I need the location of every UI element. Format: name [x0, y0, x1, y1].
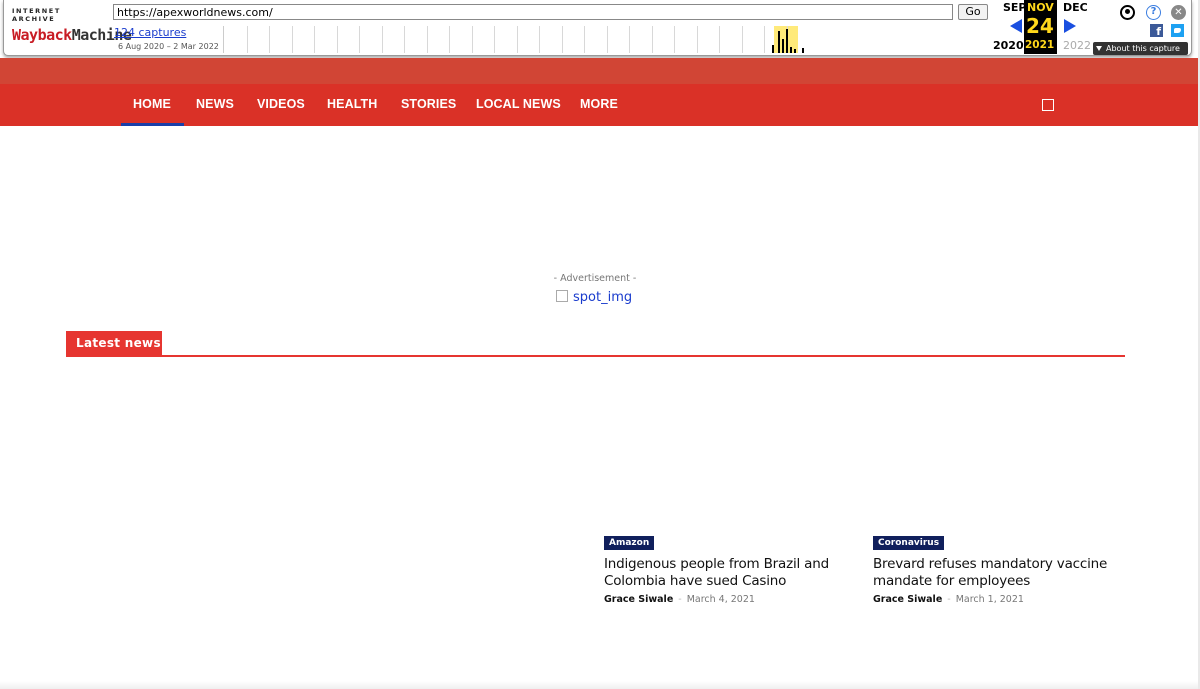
current-year-label: 2021: [1025, 39, 1055, 51]
sparkline-month-column: [449, 26, 450, 53]
article-meta: Grace Siwale - March 4, 2021: [604, 594, 844, 605]
meta-separator: -: [947, 594, 951, 605]
active-nav-indicator: [121, 123, 184, 126]
capture-bar: [778, 31, 780, 53]
prev-month-label[interactable]: SEP: [1003, 1, 1027, 14]
sparkline-month-column: [381, 26, 383, 53]
nav-item-more[interactable]: MORE: [580, 97, 618, 111]
wayback-calendar-nav: SEP 2020 NOV 24 2021 DEC 2022: [989, 0, 1091, 56]
capture-bar: [794, 49, 796, 53]
wayback-capture-range: 6 Aug 2020 – 2 Mar 2022: [118, 42, 219, 51]
user-account-icon[interactable]: [1120, 5, 1135, 20]
prev-year-label[interactable]: 2020: [993, 39, 1024, 52]
sparkline-month-column: [246, 26, 248, 53]
sparkline-month-column: [584, 26, 585, 53]
wayback-url-input[interactable]: [113, 4, 953, 20]
sparkline-month-column: [336, 26, 338, 53]
site-header-band: [0, 58, 1198, 84]
article-author[interactable]: Grace Siwale: [604, 594, 673, 605]
sparkline-month-column: [741, 26, 743, 53]
internet-archive-label: INTERNET ARCHIVE: [12, 7, 61, 23]
capture-bar: [786, 29, 788, 53]
help-icon[interactable]: ?: [1146, 5, 1161, 20]
nav-item-stories[interactable]: STORIES: [401, 97, 456, 111]
capture-bar: [802, 48, 804, 53]
sparkline-month-column: [269, 26, 270, 53]
sparkline-month-column: [561, 26, 563, 53]
category-tag[interactable]: Amazon: [604, 536, 655, 550]
sparkline-month-column: [674, 26, 675, 53]
advertisement-alt-text: spot_img: [573, 290, 633, 305]
wayback-toolbar-panel: INTERNET ARCHIVE WaybackMachine Go 124 c…: [3, 0, 1192, 56]
article-card: Coronavirus Brevard refuses mandatory va…: [873, 530, 1113, 605]
sparkline-month-column: [629, 26, 630, 53]
nav-item-local-news[interactable]: LOCAL NEWS: [476, 97, 561, 111]
sparkline-month-column: [404, 26, 405, 53]
advertisement-image[interactable]: spot_img: [556, 290, 632, 305]
sparkline-month-column: [471, 26, 473, 53]
sparkline-month-column: [516, 26, 518, 53]
nav-item-home[interactable]: HOME: [133, 97, 171, 111]
page-bottom-fade: [0, 681, 1198, 689]
article-author[interactable]: Grace Siwale: [873, 594, 942, 605]
article-title[interactable]: Brevard refuses mandatory vaccine mandat…: [873, 556, 1113, 590]
section-divider: [66, 355, 1125, 357]
sparkline-month-column: [314, 26, 315, 53]
current-day-label: 24: [1026, 14, 1054, 38]
category-tag[interactable]: Coronavirus: [873, 536, 945, 550]
sparkline-month-column: [719, 26, 720, 53]
capture-bar: [782, 39, 784, 53]
sparkline-month-column: [494, 26, 495, 53]
nav-item-news[interactable]: NEWS: [196, 97, 234, 111]
wayback-capture-sparkline[interactable]: [223, 26, 804, 53]
prev-capture-arrow-icon[interactable]: [1010, 19, 1022, 33]
wayback-logo[interactable]: INTERNET ARCHIVE WaybackMachine: [12, 7, 132, 44]
twitter-icon[interactable]: [1171, 24, 1184, 37]
sparkline-month-column: [426, 26, 428, 53]
next-capture-arrow-icon[interactable]: [1064, 19, 1076, 33]
article-title[interactable]: Indigenous people from Brazil and Colomb…: [604, 556, 844, 590]
current-capture-date: NOV 24 2021: [1024, 0, 1057, 54]
meta-separator: -: [678, 594, 682, 605]
nav-item-videos[interactable]: VIDEOS: [257, 97, 305, 111]
sparkline-month-column: [606, 26, 608, 53]
wayback-machine-wordmark: WaybackMachine: [12, 26, 132, 44]
sparkline-month-column: [539, 26, 540, 53]
search-icon[interactable]: [1042, 99, 1054, 111]
next-year-label: 2022: [1063, 39, 1091, 52]
sparkline-month-column: [696, 26, 698, 53]
broken-image-icon: [556, 290, 568, 302]
article-meta: Grace Siwale - March 1, 2021: [873, 594, 1113, 605]
capture-bar: [772, 45, 774, 53]
wayback-captures-link[interactable]: 124 captures: [114, 26, 186, 39]
advertisement-label: - Advertisement -: [553, 273, 637, 284]
next-month-label[interactable]: DEC: [1063, 1, 1088, 14]
current-month-label: NOV: [1027, 1, 1054, 14]
latest-news-heading: Latest news: [66, 331, 162, 356]
capture-bar: [790, 47, 792, 53]
main-navigation: HOME NEWS VIDEOS HEALTH STORIES LOCAL NE…: [0, 84, 1198, 126]
wayback-go-button[interactable]: Go: [958, 4, 988, 20]
sparkline-month-column: [764, 26, 765, 53]
article-date: March 4, 2021: [686, 594, 755, 605]
article-card: Amazon Indigenous people from Brazil and…: [604, 530, 844, 605]
nav-item-health[interactable]: HEALTH: [327, 97, 377, 111]
sparkline-month-column: [291, 26, 293, 53]
article-date: March 1, 2021: [955, 594, 1024, 605]
sparkline-month-column: [359, 26, 360, 53]
about-capture-button[interactable]: About this capture: [1093, 42, 1188, 55]
facebook-icon[interactable]: f: [1150, 24, 1163, 38]
close-icon[interactable]: ✕: [1171, 5, 1186, 20]
wayback-toolbar: INTERNET ARCHIVE WaybackMachine Go 124 c…: [0, 0, 1200, 58]
sparkline-month-column: [651, 26, 653, 53]
